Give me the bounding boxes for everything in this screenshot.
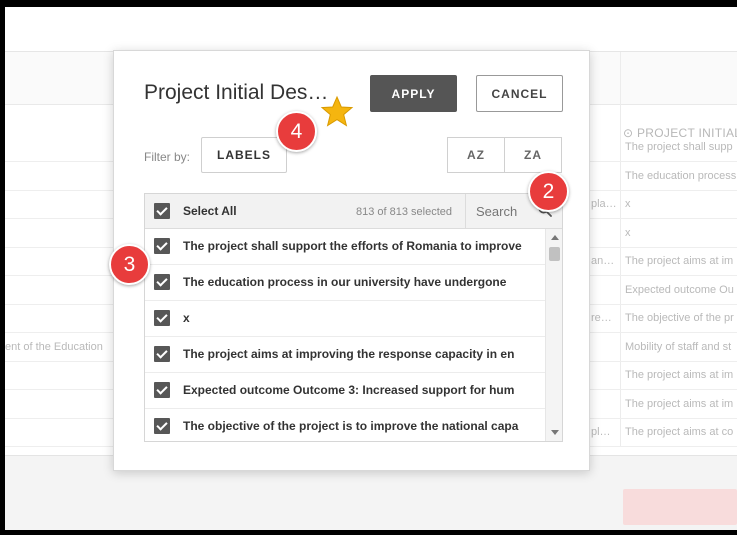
star-icon <box>320 95 354 127</box>
background-cell: x <box>625 198 631 210</box>
list-items: The project shall support the efforts of… <box>145 229 545 441</box>
item-label[interactable]: Expected outcome Outcome 3: Increased su… <box>183 383 543 397</box>
background-cell: The project aims at im <box>625 255 734 267</box>
select-all-checkbox[interactable] <box>154 203 170 219</box>
item-label[interactable]: The objective of the project is to impro… <box>183 419 543 433</box>
list-item[interactable]: The project aims at improving the respon… <box>145 337 545 373</box>
select-all-label[interactable]: Select All <box>183 204 237 218</box>
footer-action-button[interactable] <box>623 489 737 525</box>
item-checkbox[interactable] <box>154 346 170 362</box>
sort-za-button[interactable]: ZA <box>504 137 562 173</box>
background-cell: The project aims at im <box>625 397 734 410</box>
scrollbar-thumb[interactable] <box>549 247 560 261</box>
value-list: Select All 813 of 813 selected The proje… <box>144 193 563 442</box>
background-cell: The objective of the pr <box>625 312 734 324</box>
list-item[interactable]: Expected outcome Outcome 3: Increased su… <box>145 373 545 409</box>
sort-az-button[interactable]: AZ <box>447 137 505 173</box>
background-cell: x <box>625 226 631 239</box>
top-bar <box>5 7 737 52</box>
background-cell: The project shall supp <box>625 141 733 153</box>
list-header: Select All 813 of 813 selected <box>145 194 562 229</box>
item-checkbox[interactable] <box>154 238 170 254</box>
annotation-badge-4: 4 <box>276 111 317 152</box>
item-label[interactable]: The project aims at improving the respon… <box>183 347 543 361</box>
item-label[interactable]: The education process in our university … <box>183 275 543 289</box>
search-input[interactable] <box>476 203 536 219</box>
item-label[interactable]: x <box>183 311 543 325</box>
item-checkbox[interactable] <box>154 418 170 434</box>
list-item[interactable]: The project shall support the efforts of… <box>145 229 545 265</box>
annotation-badge-2: 2 <box>528 171 569 212</box>
background-cell: The project aims at co <box>625 426 734 438</box>
background-cell: re… <box>591 312 612 324</box>
background-cell: ent of the Education <box>5 340 103 353</box>
background-cell: pla… <box>591 198 617 210</box>
item-checkbox[interactable] <box>154 310 170 326</box>
item-checkbox[interactable] <box>154 382 170 398</box>
list-scrollbar[interactable] <box>545 229 562 441</box>
item-label[interactable]: The project shall support the efforts of… <box>183 239 543 253</box>
dialog-title: Project Initial Des… <box>144 81 329 104</box>
apply-button[interactable]: APPLY <box>370 75 457 112</box>
background-cell: Expected outcome Ou <box>625 283 734 296</box>
background-cell: The project aims at im <box>625 369 734 381</box>
item-checkbox[interactable] <box>154 274 170 290</box>
selected-count: 813 of 813 selected <box>356 206 453 218</box>
background-cell: The education process <box>625 169 737 182</box>
cancel-button[interactable]: CANCEL <box>476 75 563 112</box>
background-cell: Mobility of staff and st <box>625 340 732 353</box>
scroll-up-arrow-icon[interactable] <box>551 235 559 240</box>
list-item[interactable]: The objective of the project is to impro… <box>145 409 545 441</box>
background-cell: an… <box>591 255 615 267</box>
background-cell: pl… <box>591 426 611 438</box>
list-item[interactable]: The education process in our university … <box>145 265 545 301</box>
scroll-down-arrow-icon[interactable] <box>551 430 559 435</box>
annotation-badge-3: 3 <box>109 244 150 285</box>
labels-filter-button[interactable]: LABELS <box>201 137 287 173</box>
list-item[interactable]: x <box>145 301 545 337</box>
filter-by-label: Filter by: <box>144 150 191 164</box>
